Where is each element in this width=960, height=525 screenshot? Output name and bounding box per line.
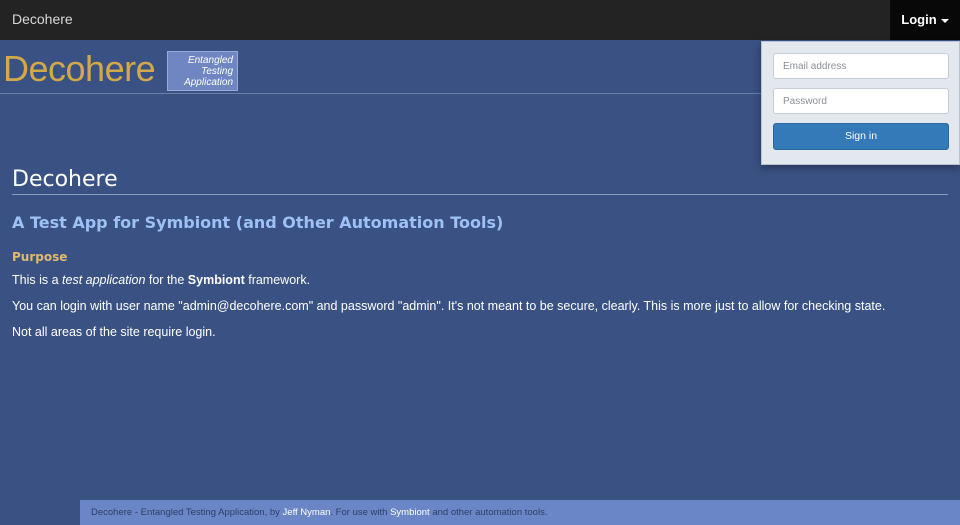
footer-text: . For use with	[330, 507, 391, 518]
login-info-paragraph: You can login with user name "admin@deco…	[12, 299, 886, 313]
footer-text: and other automation tools.	[429, 507, 548, 518]
badge-line: Application	[184, 77, 233, 88]
sign-in-button[interactable]: Sign in	[773, 123, 949, 150]
footer-text: Decohere - Entangled Testing Application…	[91, 507, 283, 518]
login-label: Login	[901, 12, 937, 27]
logo-badge: Entangled Testing Application	[167, 51, 238, 91]
areas-paragraph: Not all areas of the site require login.	[12, 325, 216, 339]
intro-text: for the	[145, 273, 188, 287]
intro-paragraph: This is a test application for the Symbi…	[12, 273, 310, 287]
footer-author-link[interactable]: Jeff Nyman	[283, 507, 331, 518]
navbar-brand-link[interactable]: Decohere	[12, 11, 73, 27]
intro-text: This is a	[12, 273, 63, 287]
login-dropdown-menu: Sign in	[761, 41, 960, 165]
intro-strong: Symbiont	[187, 273, 245, 287]
page-footer: Decohere - Entangled Testing Application…	[80, 500, 960, 525]
title-divider	[12, 194, 948, 195]
intro-text: framework.	[244, 273, 311, 287]
page-subtitle: A Test App for Symbiont (and Other Autom…	[12, 213, 504, 232]
logo-wordmark[interactable]: Decohere	[3, 48, 156, 90]
intro-emphasis: test application	[62, 273, 146, 287]
footer-tool-link[interactable]: Symbiont	[390, 507, 430, 518]
top-navbar: Decohere Login	[0, 0, 960, 40]
login-dropdown-toggle[interactable]: Login	[890, 0, 960, 40]
section-heading-purpose: Purpose	[12, 250, 68, 264]
badge-line: Entangled	[187, 55, 233, 66]
caret-down-icon	[940, 18, 949, 23]
email-field[interactable]	[773, 53, 949, 79]
password-field[interactable]	[773, 88, 949, 114]
page-title: Decohere	[12, 167, 118, 192]
badge-line: Testing	[201, 66, 233, 77]
